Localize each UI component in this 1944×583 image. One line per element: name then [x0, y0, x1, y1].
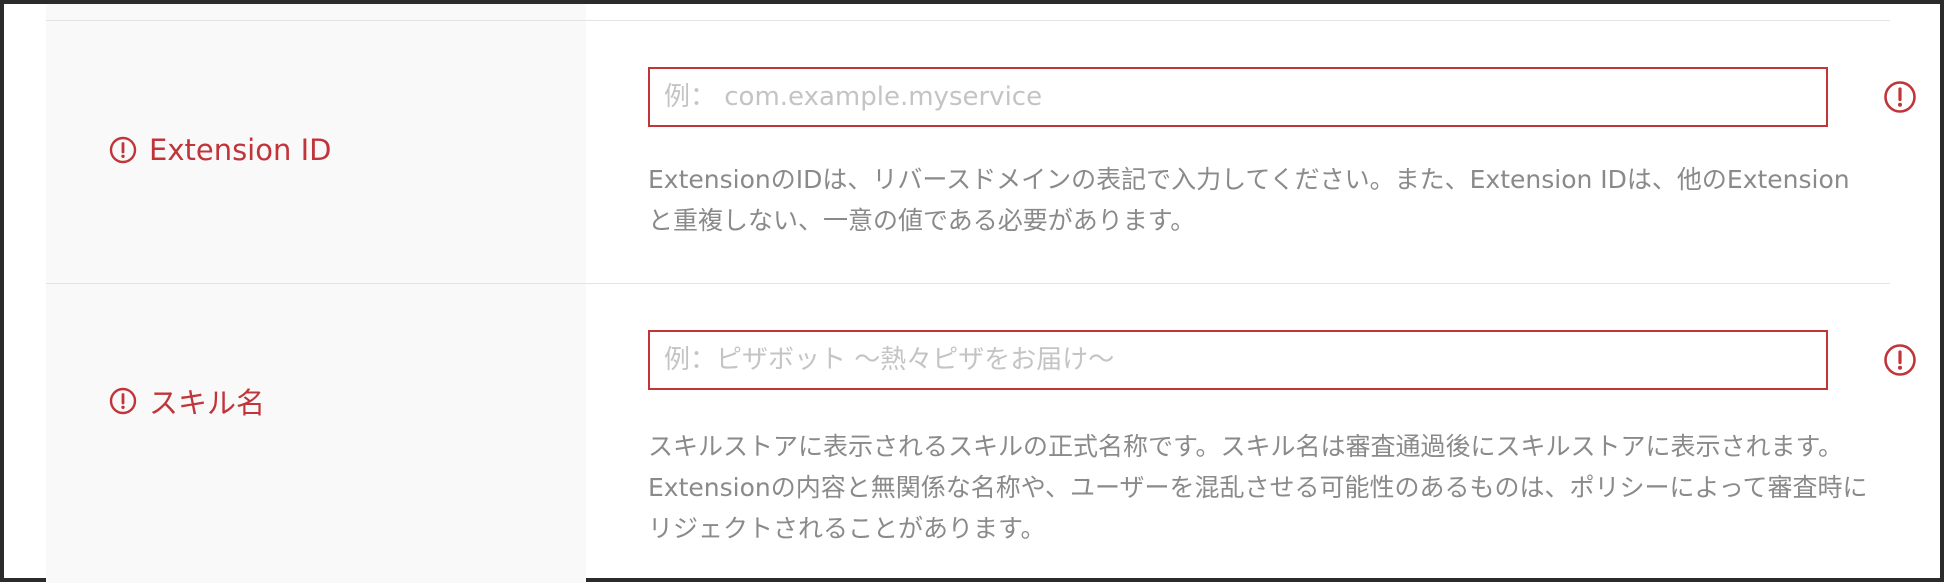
skill-name-label: スキル名	[109, 380, 265, 422]
alert-circle-icon	[109, 136, 137, 164]
extension-id-label: Extension ID	[109, 133, 331, 167]
alert-circle-icon	[1883, 343, 1917, 377]
form-row-extension-id: Extension ID ExtensionのIDは、リバースドメインの表記で入…	[46, 20, 1916, 283]
extension-id-label-text: Extension ID	[149, 133, 332, 167]
label-column-strip	[46, 4, 586, 20]
skill-name-help-text: スキルストアに表示されるスキルの正式名称です。スキル名は審査通過後にスキルストア…	[648, 432, 1868, 543]
skill-name-input[interactable]	[648, 330, 1828, 390]
extension-settings-form: Extension ID ExtensionのIDは、リバースドメインの表記で入…	[46, 4, 1916, 583]
extension-id-help-text: ExtensionのIDは、リバースドメインの表記で入力してください。また、Ex…	[648, 165, 1850, 235]
extension-id-input[interactable]	[648, 67, 1828, 127]
alert-circle-icon	[109, 387, 137, 415]
skill-name-label-text: スキル名	[149, 386, 266, 420]
form-row-skill-name: スキル名 スキルストアに表示されるスキルの正式名称です。スキル名は審査通過後にス…	[46, 283, 1916, 583]
label-cell: Extension ID	[46, 21, 586, 283]
alert-circle-icon	[1883, 80, 1917, 114]
label-cell: スキル名	[46, 284, 586, 583]
